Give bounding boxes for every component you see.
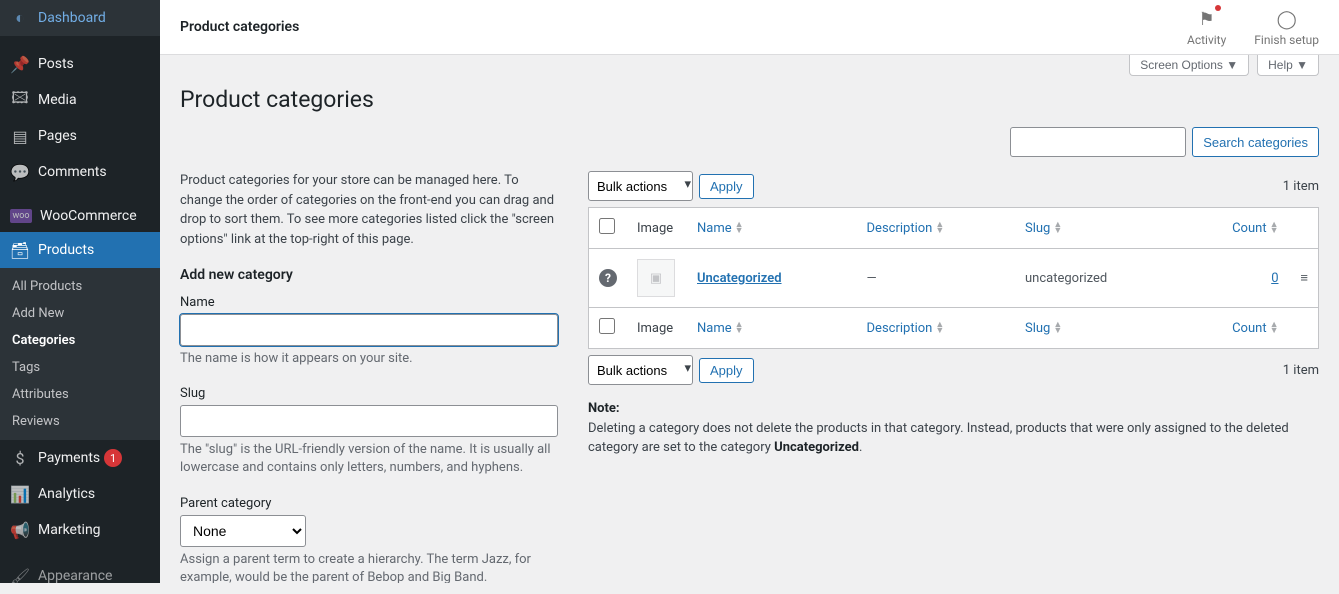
parent-hint: Assign a parent term to create a hierarc… — [180, 551, 558, 583]
dashboard-icon: ◐ — [10, 8, 30, 28]
categories-list-panel: Bulk actions Apply 1 item Image Name▲▼ D… — [588, 171, 1319, 583]
activity-icon: ⚑ — [1195, 7, 1219, 31]
name-label: Name — [180, 295, 558, 310]
default-category-icon: ? — [599, 269, 617, 287]
admin-sidebar: ◐Dashboard 📌Posts 🖾Media ▤Pages 💬Comment… — [0, 0, 160, 583]
woocommerce-icon: woo — [10, 209, 32, 223]
sort-icon: ▲▼ — [735, 322, 744, 335]
sidebar-item-marketing[interactable]: 📢Marketing — [0, 512, 160, 548]
row-count-link[interactable]: 0 — [1271, 271, 1278, 286]
col-image: Image — [627, 308, 687, 349]
col-description[interactable]: Description▲▼ — [867, 221, 945, 236]
col-slug[interactable]: Slug▲▼ — [1025, 321, 1062, 336]
slug-hint: The "slug" is the URL-friendly version o… — [180, 441, 558, 477]
finish-setup-button[interactable]: ◯ Finish setup — [1254, 7, 1319, 47]
badge-count: 1 — [104, 449, 122, 467]
item-count-bottom: 1 item — [1283, 363, 1319, 378]
sidebar-item-payments[interactable]: $Payments1 — [0, 440, 160, 476]
sidebar-item-posts[interactable]: 📌Posts — [0, 46, 160, 82]
screen-options-button[interactable]: Screen Options ▼ — [1129, 55, 1249, 76]
sidebar-item-media[interactable]: 🖾Media — [0, 82, 160, 118]
activity-button[interactable]: ⚑ Activity — [1187, 7, 1226, 47]
name-hint: The name is how it appears on your site. — [180, 350, 558, 368]
top-bar-title: Product categories — [180, 19, 299, 35]
categories-table: Image Name▲▼ Description▲▼ Slug▲▼ Count▲… — [588, 207, 1319, 349]
media-icon: 🖾 — [10, 90, 30, 110]
col-description[interactable]: Description▲▼ — [867, 321, 945, 336]
image-placeholder-icon: ▣ — [637, 259, 675, 297]
sidebar-item-dashboard[interactable]: ◐Dashboard — [0, 0, 160, 36]
bulk-actions-select-bottom[interactable]: Bulk actions — [588, 355, 693, 385]
appearance-icon: 🖌 — [10, 566, 30, 586]
submenu-categories[interactable]: Categories — [0, 327, 160, 354]
select-all-top[interactable] — [599, 218, 615, 234]
intro-text: Product categories for your store can be… — [180, 171, 558, 249]
pin-icon: 📌 — [10, 54, 30, 74]
sidebar-item-analytics[interactable]: 📊Analytics — [0, 476, 160, 512]
pages-icon: ▤ — [10, 126, 30, 146]
drag-handle-icon[interactable]: ≡ — [1300, 271, 1308, 286]
add-category-panel: Product categories for your store can be… — [180, 171, 558, 583]
col-count[interactable]: Count▲▼ — [1232, 221, 1278, 236]
sort-icon: ▲▼ — [935, 322, 944, 335]
sidebar-item-woocommerce[interactable]: wooWooCommerce — [0, 200, 160, 232]
sidebar-item-appearance[interactable]: 🖌Appearance — [0, 558, 160, 594]
search-categories-input[interactable] — [1010, 127, 1186, 157]
parent-label: Parent category — [180, 496, 558, 511]
products-icon: 🗃 — [10, 240, 30, 260]
col-slug[interactable]: Slug▲▼ — [1025, 221, 1062, 236]
item-count-top: 1 item — [1283, 179, 1319, 194]
submenu-all-products[interactable]: All Products — [0, 273, 160, 300]
marketing-icon: 📢 — [10, 520, 30, 540]
sort-icon: ▲▼ — [1270, 222, 1279, 235]
submenu-reviews[interactable]: Reviews — [0, 408, 160, 435]
table-row: ? ▣ Uncategorized — uncategorized 0 ≡ — [589, 249, 1319, 308]
name-input[interactable] — [180, 314, 558, 346]
top-bar: Product categories ⚑ Activity ◯ Finish s… — [160, 0, 1339, 55]
comments-icon: 💬 — [10, 162, 30, 182]
note-body: Deleting a category does not delete the … — [588, 421, 1289, 456]
submenu-add-new[interactable]: Add New — [0, 300, 160, 327]
col-name[interactable]: Name▲▼ — [697, 321, 744, 336]
products-submenu: All Products Add New Categories Tags Att… — [0, 268, 160, 440]
slug-label: Slug — [180, 386, 558, 401]
note-block: Note: Deleting a category does not delet… — [588, 399, 1319, 458]
slug-input[interactable] — [180, 405, 558, 437]
note-heading: Note: — [588, 401, 620, 416]
row-name-link[interactable]: Uncategorized — [697, 271, 782, 286]
circle-icon: ◯ — [1275, 7, 1299, 31]
row-slug: uncategorized — [1015, 249, 1181, 308]
sort-icon: ▲▼ — [735, 222, 744, 235]
sort-icon: ▲▼ — [1053, 322, 1062, 335]
bulk-actions-select-top[interactable]: Bulk actions — [588, 171, 693, 201]
col-image: Image — [627, 208, 687, 249]
col-count[interactable]: Count▲▼ — [1232, 321, 1278, 336]
content-area: Screen Options ▼ Help ▼ Product categori… — [160, 55, 1339, 583]
row-description: — — [857, 249, 1015, 308]
apply-button-top[interactable]: Apply — [699, 174, 754, 199]
form-title: Add new category — [180, 267, 558, 283]
search-categories-button[interactable]: Search categories — [1192, 127, 1319, 157]
payments-icon: $ — [10, 448, 30, 468]
page-heading: Product categories — [180, 86, 1319, 113]
sort-icon: ▲▼ — [1053, 222, 1062, 235]
select-all-bottom[interactable] — [599, 318, 615, 334]
parent-select[interactable]: None — [180, 515, 306, 547]
submenu-tags[interactable]: Tags — [0, 354, 160, 381]
sidebar-item-pages[interactable]: ▤Pages — [0, 118, 160, 154]
submenu-attributes[interactable]: Attributes — [0, 381, 160, 408]
apply-button-bottom[interactable]: Apply — [699, 358, 754, 383]
analytics-icon: 📊 — [10, 484, 30, 504]
sidebar-item-comments[interactable]: 💬Comments — [0, 154, 160, 190]
sidebar-item-products[interactable]: 🗃Products — [0, 232, 160, 268]
sort-icon: ▲▼ — [1270, 322, 1279, 335]
sort-icon: ▲▼ — [935, 222, 944, 235]
help-button[interactable]: Help ▼ — [1257, 55, 1319, 76]
col-name[interactable]: Name▲▼ — [697, 221, 744, 236]
